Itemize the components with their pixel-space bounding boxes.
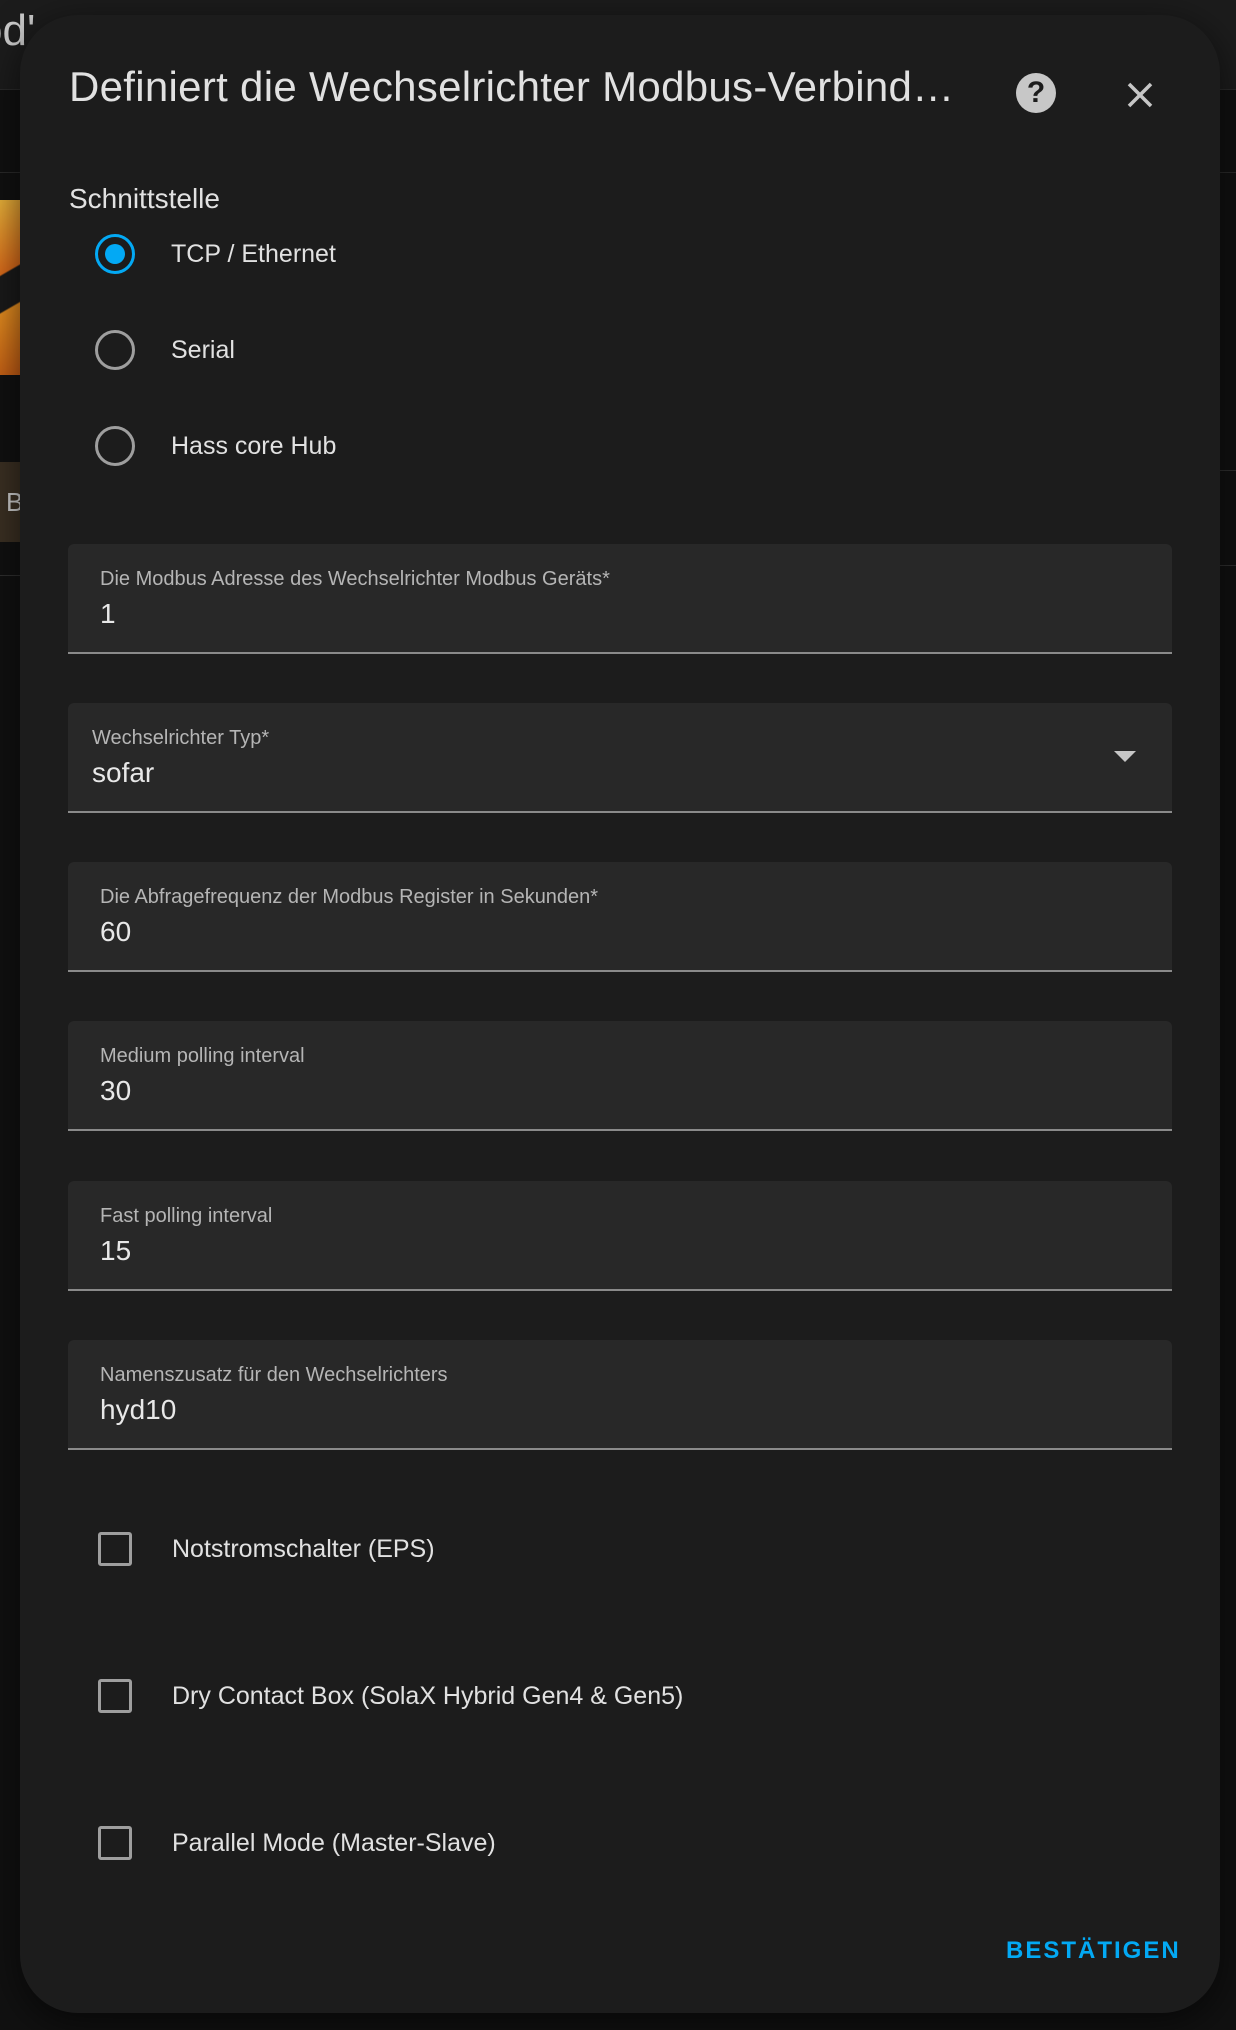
radio-option-serial[interactable]: Serial (95, 320, 235, 380)
name-suffix-field[interactable]: Namenszusatz für den Wechselrichters hyd… (68, 1340, 1172, 1450)
checkbox-eps[interactable]: Notstromschalter (EPS) (98, 1519, 435, 1579)
radio-option-tcp[interactable]: TCP / Ethernet (95, 224, 336, 284)
help-circle-icon[interactable]: ? (1016, 73, 1056, 113)
modbus-address-field[interactable]: Die Modbus Adresse des Wechselrichter Mo… (68, 544, 1172, 654)
inverter-type-value[interactable]: sofar (92, 757, 154, 789)
polling-frequency-input[interactable]: 60 (100, 916, 131, 948)
name-suffix-input[interactable]: hyd10 (100, 1394, 176, 1426)
background-divider (1218, 470, 1236, 471)
checkbox[interactable] (98, 1826, 132, 1860)
polling-frequency-field[interactable]: Die Abfragefrequenz der Modbus Register … (68, 862, 1172, 972)
checkbox-label: Dry Contact Box (SolaX Hybrid Gen4 & Gen… (172, 1681, 684, 1710)
radio-option-hass-core-hub[interactable]: Hass core Hub (95, 416, 336, 476)
checkbox-label: Notstromschalter (EPS) (172, 1534, 435, 1563)
field-label: Medium polling interval (100, 1045, 305, 1067)
interface-section-label: Schnittstelle (69, 183, 220, 214)
checkbox-parallel-mode[interactable]: Parallel Mode (Master-Slave) (98, 1813, 496, 1873)
medium-polling-input[interactable]: 30 (100, 1075, 131, 1107)
confirm-button[interactable]: BESTÄTIGEN (1006, 1937, 1181, 1965)
radio-label: Serial (171, 335, 235, 364)
fast-polling-field[interactable]: Fast polling interval 15 (68, 1181, 1172, 1291)
radio-label: Hass core Hub (171, 431, 337, 460)
field-label: Namenszusatz für den Wechselrichters (100, 1364, 448, 1386)
radio-button-checked[interactable] (95, 234, 135, 274)
modbus-address-input[interactable]: 1 (100, 598, 116, 630)
inverter-type-select[interactable]: Wechselrichter Typ* sofar (68, 703, 1172, 813)
options-dialog: Definiert die Wechselrichter Modbus-Verb… (20, 15, 1220, 2013)
medium-polling-field[interactable]: Medium polling interval 30 (68, 1021, 1172, 1131)
close-icon[interactable] (1120, 75, 1160, 115)
radio-button[interactable] (95, 426, 135, 466)
field-label: Wechselrichter Typ* (92, 727, 270, 749)
fast-polling-input[interactable]: 15 (100, 1235, 131, 1267)
field-label: Die Abfragefrequenz der Modbus Register … (100, 886, 599, 908)
field-label: Fast polling interval (100, 1205, 273, 1227)
field-label: Die Modbus Adresse des Wechselrichter Mo… (100, 568, 610, 590)
checkbox[interactable] (98, 1532, 132, 1566)
checkbox-label: Parallel Mode (Master-Slave) (172, 1828, 496, 1857)
dropdown-arrow-icon[interactable] (1114, 751, 1136, 762)
background-card-image (0, 200, 22, 375)
checkbox[interactable] (98, 1679, 132, 1713)
checkbox-dry-contact-box[interactable]: Dry Contact Box (SolaX Hybrid Gen4 & Gen… (98, 1666, 683, 1726)
dialog-title: Definiert die Wechselrichter Modbus-Verb… (69, 63, 955, 110)
background-divider (1218, 565, 1236, 566)
radio-button[interactable] (95, 330, 135, 370)
background-divider (0, 575, 22, 576)
radio-label: TCP / Ethernet (171, 239, 336, 268)
